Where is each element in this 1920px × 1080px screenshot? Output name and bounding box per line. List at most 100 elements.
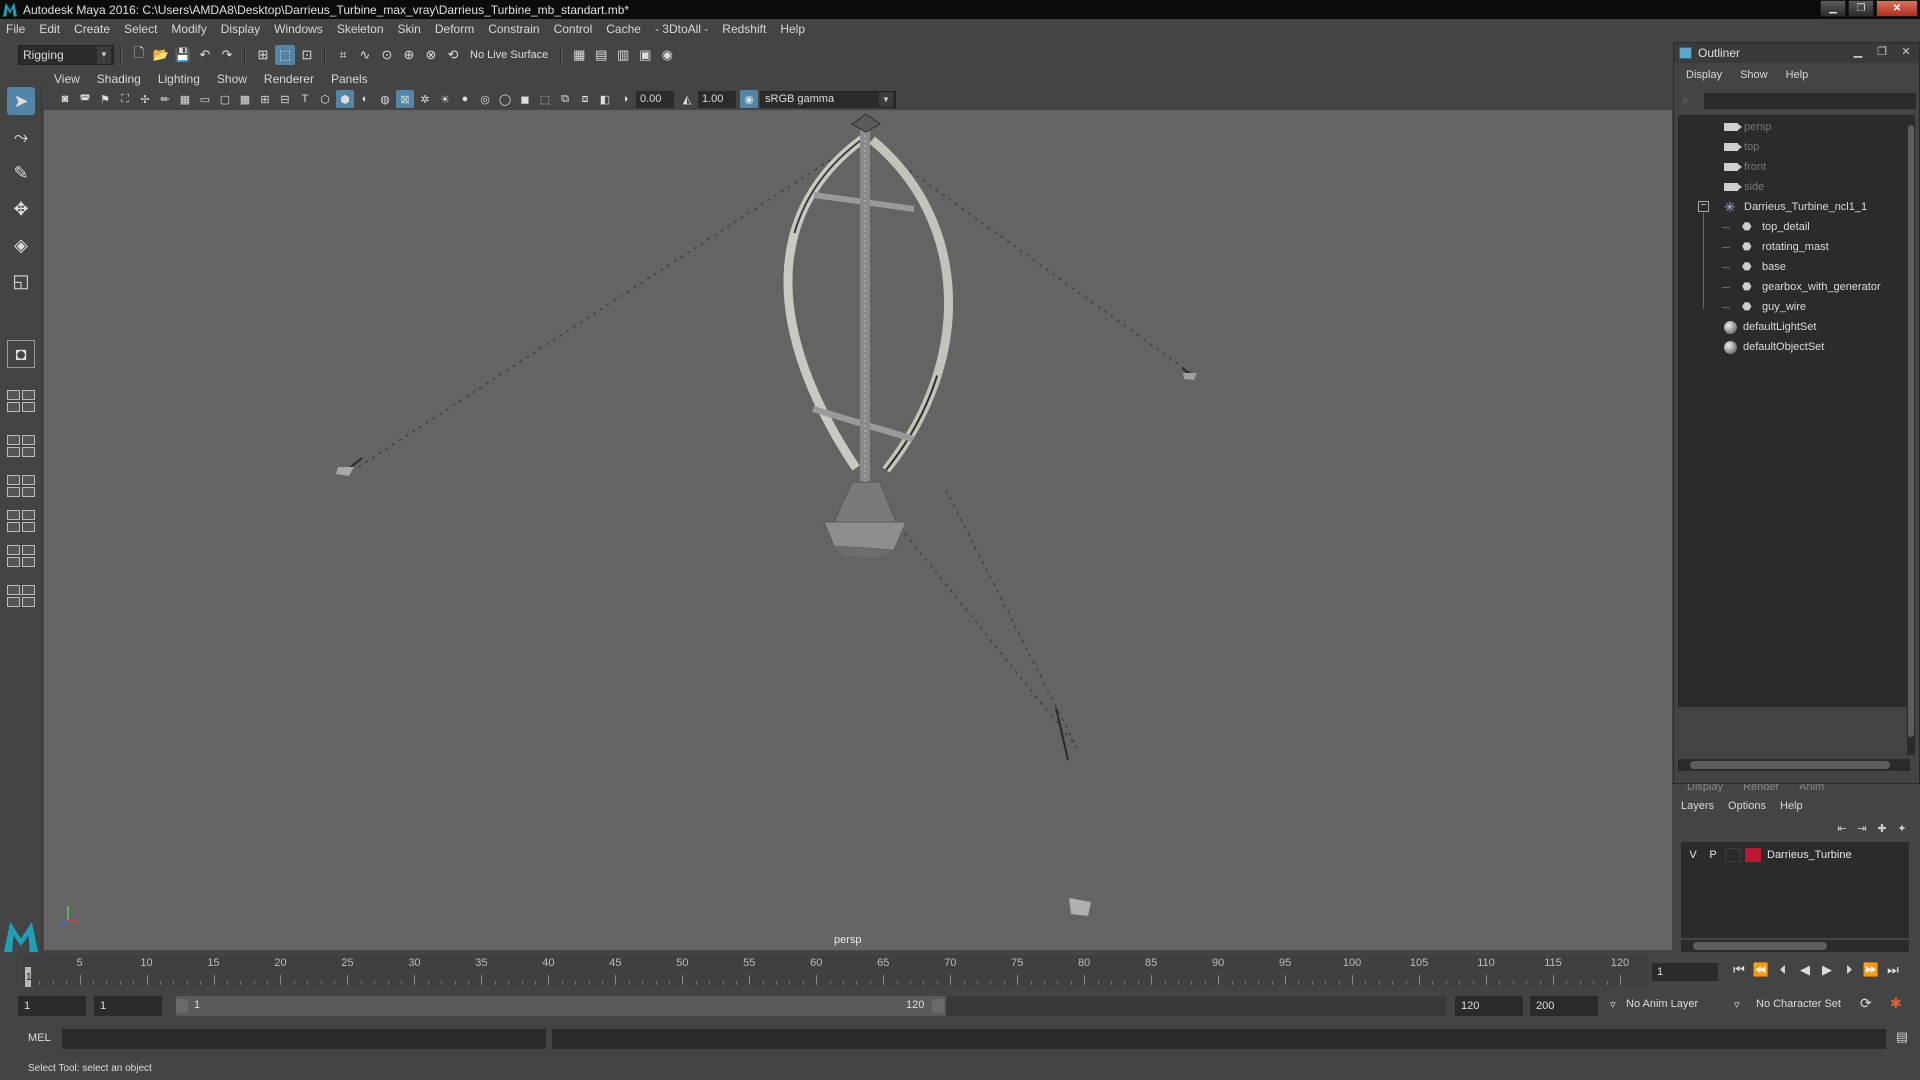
single-perspective-layout-icon[interactable]: ◘ <box>7 340 35 368</box>
move-tool-icon[interactable]: ✥ <box>7 195 35 223</box>
backface-icon[interactable]: ◧ <box>596 90 614 108</box>
layout-options-icon[interactable]: · <box>7 580 35 608</box>
new-layer-from-selection-icon[interactable]: ✦ <box>1892 822 1912 835</box>
animation-end-field[interactable]: 200 <box>1530 996 1598 1016</box>
range-start-handle[interactable] <box>176 999 188 1013</box>
lasso-tool-icon[interactable]: ⤳ <box>7 123 35 151</box>
hypershade-layout-icon[interactable] <box>7 510 35 532</box>
persp-graph-layout-icon[interactable] <box>7 475 35 497</box>
go-to-start-icon[interactable]: ⏮ <box>1728 962 1750 982</box>
color-management-icon[interactable]: ◉ <box>740 90 758 108</box>
current-time-field[interactable]: 1 <box>1652 963 1718 981</box>
viewport-menu-lighting[interactable]: Lighting <box>158 72 200 86</box>
snap-live-icon[interactable]: ⟲ <box>443 45 463 65</box>
outliner-menu-show[interactable]: Show <box>1740 69 1768 87</box>
play-forwards-icon[interactable]: ▶ <box>1816 962 1838 982</box>
smooth-shade-icon[interactable]: ⬢ <box>336 90 354 108</box>
select-hierarchy-icon[interactable]: ⊞ <box>253 45 273 65</box>
new-scene-icon[interactable]: 🗋 <box>129 45 149 65</box>
layer-row[interactable]: V P Darrieus_Turbine <box>1681 846 1909 864</box>
new-layer-icon[interactable]: ✚ <box>1872 822 1892 835</box>
viewport-menu-show[interactable]: Show <box>217 72 247 86</box>
layer-menu-help[interactable]: Help <box>1780 800 1803 812</box>
playback-end-field[interactable]: 120 <box>1455 996 1523 1016</box>
menu-create[interactable]: Create <box>74 22 110 36</box>
playback-start-field[interactable]: 1 <box>94 996 162 1016</box>
menu-file[interactable]: File <box>6 22 25 36</box>
layer-display-type-toggle[interactable] <box>1725 848 1741 862</box>
render-frame-icon[interactable]: ▤ <box>591 45 611 65</box>
close-button[interactable]: ✕ <box>1876 0 1918 17</box>
layer-color-swatch[interactable] <box>1745 848 1761 862</box>
menu-windows[interactable]: Windows <box>274 22 323 36</box>
viewport-menu-renderer[interactable]: Renderer <box>264 72 314 86</box>
step-forward-key-icon[interactable]: ⏩ <box>1860 962 1882 982</box>
exposure-icon[interactable]: ◑ <box>616 90 634 108</box>
wireframe-icon[interactable]: ⬡ <box>316 90 334 108</box>
outliner-item-top-detail[interactable]: ⬣ top_detail <box>1722 217 1810 237</box>
menu-3dtoall[interactable]: - 3DtoAll - <box>655 22 708 36</box>
motion-blur-icon[interactable]: ◯ <box>496 90 514 108</box>
open-scene-icon[interactable]: 📂 <box>151 45 171 65</box>
command-language-label[interactable]: MEL <box>28 1032 51 1044</box>
xray-icon[interactable]: ⊠ <box>396 90 414 108</box>
select-tool-icon[interactable]: ➤ <box>7 87 35 115</box>
auto-key-icon[interactable]: ⟳ <box>1860 995 1872 1012</box>
outliner-search-icon[interactable]: ⌕ <box>1682 93 1698 109</box>
snap-grid-icon[interactable]: ⌗ <box>333 45 353 65</box>
grease-pencil-icon[interactable]: ✏ <box>156 90 174 108</box>
default-material-icon[interactable]: ◐ <box>356 90 374 108</box>
maximize-button[interactable]: ❐ <box>1848 0 1874 17</box>
bookmark-icon[interactable]: ⚑ <box>96 90 114 108</box>
grid-icon[interactable]: ▦ <box>176 90 194 108</box>
outliner-item-side[interactable]: side <box>1724 177 1764 197</box>
save-scene-icon[interactable]: 💾 <box>173 45 193 65</box>
shadows-icon[interactable]: ● <box>456 90 474 108</box>
field-chart-icon[interactable]: ⊞ <box>256 90 274 108</box>
gamma-icon[interactable]: ◭ <box>678 90 696 108</box>
outliner-filter-input[interactable] <box>1704 93 1916 109</box>
outliner-close-button[interactable]: ✕ <box>1897 45 1915 61</box>
menuset-dropdown[interactable]: Rigging ▼ <box>18 44 114 65</box>
range-end-handle[interactable] <box>932 999 944 1013</box>
menu-redshift[interactable]: Redshift <box>722 22 766 36</box>
hypershade-icon[interactable]: ◉ <box>657 45 677 65</box>
ambient-occlusion-icon[interactable]: ◎ <box>476 90 494 108</box>
time-slider[interactable]: 5 10 15 20 25 30 35 40 45 50 55 60 65 70 75 80 85 90 95 100… <box>22 955 1648 987</box>
viewport-menu-panels[interactable]: Panels <box>331 72 368 86</box>
two-d-pan-icon[interactable]: ✢ <box>136 90 154 108</box>
outliner-item-front[interactable]: front <box>1724 157 1766 177</box>
viewport-menu-shading[interactable]: Shading <box>97 72 141 86</box>
xray-joints-icon[interactable]: ⧉ <box>556 90 574 108</box>
persp-outliner-layout-icon[interactable] <box>7 435 35 457</box>
outliner-item-top[interactable]: top <box>1724 137 1759 157</box>
play-backwards-icon[interactable]: ◀ <box>1794 962 1816 982</box>
wireframe-on-shaded-icon[interactable]: ◍ <box>376 90 394 108</box>
color-space-dropdown[interactable]: sRGB gamma ▼ <box>760 90 896 108</box>
outliner-menu-display[interactable]: Display <box>1686 69 1722 87</box>
outliner-menu-help[interactable]: Help <box>1786 69 1809 87</box>
select-component-icon[interactable]: ⊡ <box>297 45 317 65</box>
outliner-vertical-scrollbar[interactable] <box>1907 115 1915 755</box>
anim-layer-dropdown[interactable]: No Anim Layer <box>1626 998 1698 1010</box>
outliner-item-default-object-set[interactable]: defaultObjectSet <box>1724 337 1824 357</box>
live-surface-label[interactable]: No Live Surface <box>470 49 548 61</box>
snap-point-icon[interactable]: ⊙ <box>377 45 397 65</box>
outliner-item-guy-wire[interactable]: ⬣ guy_wire <box>1722 297 1806 317</box>
viewport-persp[interactable]: persp <box>44 110 1672 950</box>
step-back-key-icon[interactable]: ⏪ <box>1750 962 1772 982</box>
go-to-end-icon[interactable]: ⏭ <box>1882 962 1904 982</box>
select-object-icon[interactable]: ⬚ <box>275 44 295 65</box>
layer-menu-options[interactable]: Options <box>1728 800 1766 812</box>
layer-playback-toggle[interactable]: P <box>1705 849 1721 861</box>
outliner-minimize-button[interactable]: ▁ <box>1849 45 1867 61</box>
menu-cache[interactable]: Cache <box>606 22 641 36</box>
tab-render[interactable]: Render <box>1743 784 1779 794</box>
isolate-select-icon[interactable]: ⬚ <box>536 90 554 108</box>
resolution-gate-icon[interactable]: ▢ <box>216 90 234 108</box>
menu-constrain[interactable]: Constrain <box>488 22 539 36</box>
script-editor-icon[interactable]: ▤ <box>1892 1029 1912 1049</box>
rotate-tool-icon[interactable]: ◈ <box>7 231 35 259</box>
snap-surface-icon[interactable]: ⊗ <box>421 45 441 65</box>
step-back-frame-icon[interactable]: ⏴ <box>1772 962 1794 982</box>
